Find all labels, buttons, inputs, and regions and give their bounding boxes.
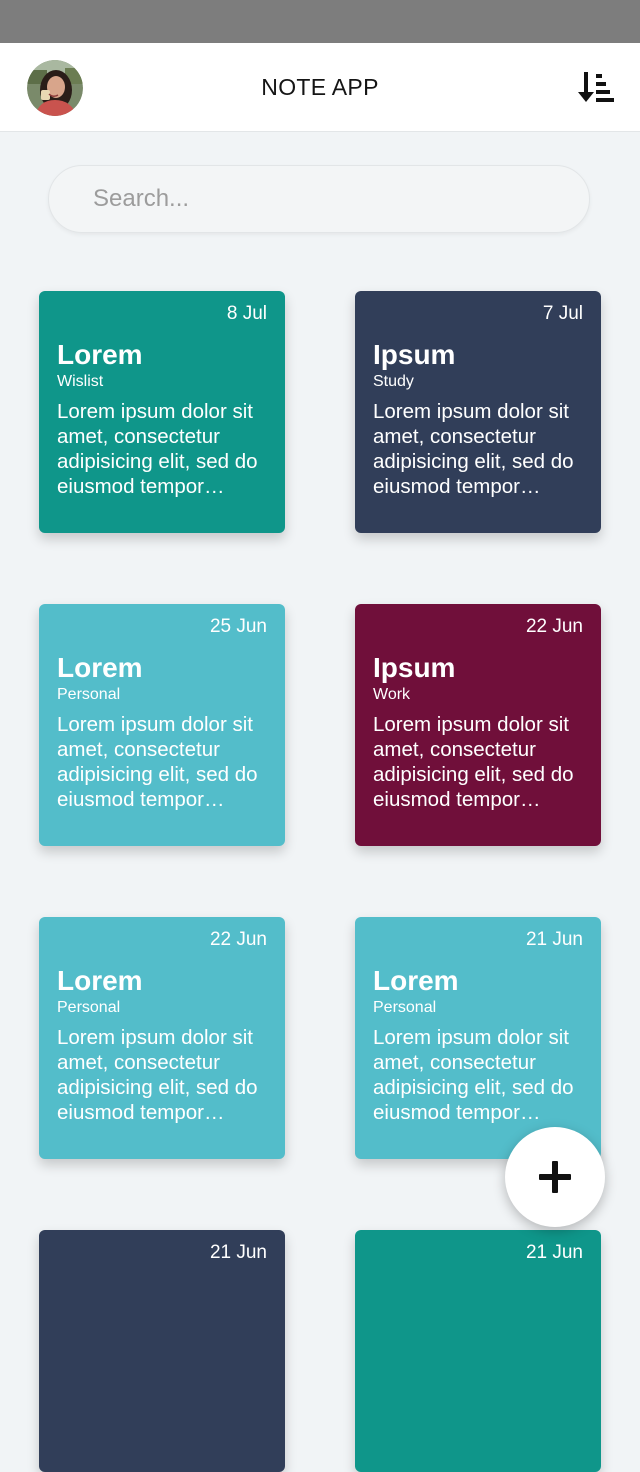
note-body: Lorem ipsum dolor sit amet, consectetur … <box>373 713 574 811</box>
note-date: 22 Jun <box>209 929 267 950</box>
note-category: Personal <box>373 999 437 1016</box>
note-body: Lorem ipsum dolor sit amet, consectetur … <box>57 400 258 498</box>
note-card[interactable]: 22 Jun Lorem Personal Lorem ipsum dolor … <box>39 917 285 1159</box>
note-card[interactable]: 21 Jun <box>39 1230 285 1472</box>
note-card[interactable]: 22 Jun Ipsum Work Lorem ipsum dolor sit … <box>355 604 601 846</box>
note-title: Lorem <box>373 965 459 996</box>
search-input[interactable] <box>49 166 589 232</box>
note-card[interactable]: 25 Jun Lorem Personal Lorem ipsum dolor … <box>39 604 285 846</box>
note-category: Personal <box>57 999 121 1016</box>
note-body: Lorem ipsum dolor sit amet, consectetur … <box>373 400 574 498</box>
page-title: NOTE APP <box>261 74 379 100</box>
sort-descending-icon <box>578 72 614 102</box>
note-body: Lorem ipsum dolor sit amet, consectetur … <box>57 1026 258 1124</box>
note-date: 7 Jul <box>542 303 583 324</box>
note-body <box>57 1338 272 1438</box>
avatar-image <box>27 60 83 116</box>
app-bar: NOTE APP <box>0 43 640 132</box>
note-title: Lorem <box>57 339 143 370</box>
add-note-button[interactable] <box>505 1127 605 1227</box>
user-avatar[interactable] <box>27 60 83 116</box>
sort-button[interactable] <box>576 70 616 106</box>
note-body <box>373 1338 588 1438</box>
note-category: Wislist <box>57 373 104 390</box>
note-date: 21 Jun <box>525 929 583 950</box>
note-category: Personal <box>57 686 121 703</box>
note-card[interactable]: 7 Jul Ipsum Study Lorem ipsum dolor sit … <box>355 291 601 533</box>
plus-icon <box>539 1161 571 1193</box>
note-card[interactable]: 21 Jun <box>355 1230 601 1472</box>
note-card[interactable]: 8 Jul Lorem Wislist Lorem ipsum dolor si… <box>39 291 285 533</box>
status-bar <box>0 0 640 43</box>
search-bar <box>48 165 590 233</box>
note-category: Study <box>373 373 414 390</box>
note-title: Ipsum <box>373 652 456 683</box>
note-card[interactable]: 21 Jun Lorem Personal Lorem ipsum dolor … <box>355 917 601 1159</box>
note-category: Work <box>373 686 411 703</box>
note-date: 21 Jun <box>525 1242 583 1263</box>
note-title: Lorem <box>57 652 143 683</box>
note-body: Lorem ipsum dolor sit amet, consectetur … <box>57 713 258 811</box>
note-date: 21 Jun <box>209 1242 267 1263</box>
note-body: Lorem ipsum dolor sit amet, consectetur … <box>373 1026 574 1124</box>
note-date: 25 Jun <box>209 616 267 637</box>
note-title: Lorem <box>57 965 143 996</box>
note-title: Ipsum <box>373 339 456 370</box>
note-date: 22 Jun <box>525 616 583 637</box>
note-date: 8 Jul <box>226 303 267 324</box>
